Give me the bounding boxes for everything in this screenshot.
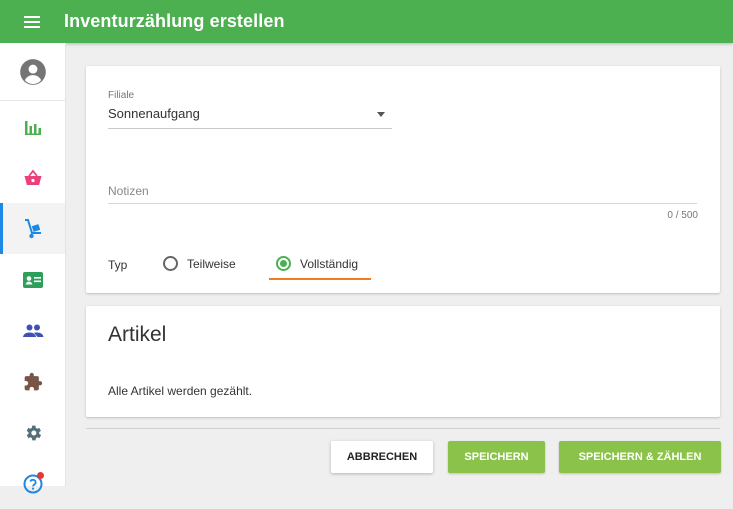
dropdown-arrow-icon <box>377 112 385 117</box>
hamburger-menu-icon <box>24 13 40 31</box>
app-header: Inventurzählung erstellen <box>0 0 733 43</box>
inventory-form-card: Filiale Sonnenaufgang 0 / 500 Typ Teilwe… <box>86 66 720 293</box>
articles-title: Artikel <box>108 323 167 346</box>
radio-complete-label: Vollständig <box>300 256 359 271</box>
sidebar-item-inventory[interactable] <box>0 203 65 254</box>
bar-chart-icon <box>24 120 41 135</box>
radio-checked-icon <box>276 256 291 271</box>
type-label: Typ <box>108 258 128 272</box>
sidebar-item-employees[interactable] <box>0 305 65 356</box>
radio-unchecked-icon <box>163 256 178 271</box>
sidebar-item-help[interactable] <box>0 458 65 509</box>
sidebar-item-customers[interactable] <box>0 254 65 305</box>
notes-input[interactable] <box>108 178 697 204</box>
page-title: Inventurzählung erstellen <box>64 11 285 31</box>
user-avatar-icon <box>19 58 46 85</box>
articles-description: Alle Artikel werden gezählt. <box>108 384 253 398</box>
sidebar-item-reports[interactable] <box>0 101 65 152</box>
cancel-button[interactable]: ABBRECHEN <box>331 441 433 473</box>
save-and-count-button[interactable]: SPEICHERN & ZÄHLEN <box>559 441 721 473</box>
actions-divider <box>86 428 720 429</box>
save-button[interactable]: SPEICHERN <box>448 441 545 473</box>
branch-label: Filiale <box>108 90 135 101</box>
radio-partial-label: Teilweise <box>187 256 236 271</box>
people-icon <box>22 324 43 337</box>
menu-button[interactable] <box>0 0 64 43</box>
radio-complete[interactable]: Vollständig <box>276 256 358 271</box>
sidebar-item-extensions[interactable] <box>0 356 65 407</box>
sidebar-item-profile[interactable] <box>0 43 65 101</box>
notes-character-counter: 0 / 500 <box>667 210 698 221</box>
focus-indicator <box>269 278 371 280</box>
contact-card-icon <box>22 271 43 288</box>
radio-partial[interactable]: Teilweise <box>163 256 236 271</box>
sidebar-item-sales[interactable] <box>0 152 65 203</box>
gear-icon <box>26 425 41 440</box>
articles-card: Artikel Alle Artikel werden gezählt. <box>86 306 720 417</box>
hand-truck-icon <box>24 218 41 238</box>
sidebar <box>0 43 66 493</box>
puzzle-piece-icon <box>24 372 42 390</box>
notification-dot <box>37 472 44 479</box>
branch-select-value: Sonnenaufgang <box>108 106 200 121</box>
shopping-basket-icon <box>24 169 41 185</box>
branch-select[interactable]: Sonnenaufgang <box>108 104 392 129</box>
sidebar-item-settings[interactable] <box>0 407 65 458</box>
